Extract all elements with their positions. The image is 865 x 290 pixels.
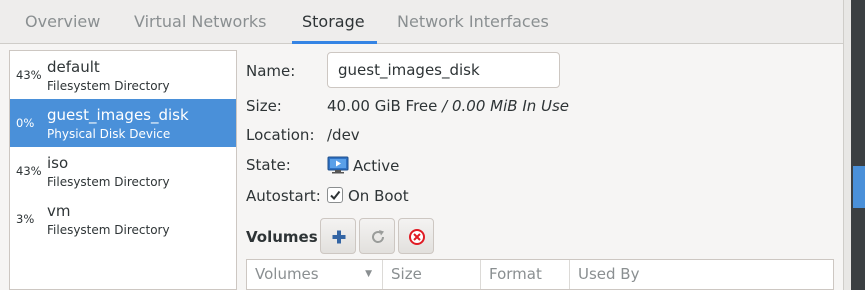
tab-virtual-networks[interactable]: Virtual Networks xyxy=(134,0,267,44)
size-value: 40.00 GiB Free / 0.00 MiB In Use xyxy=(327,97,569,115)
pool-item-iso[interactable]: 43% iso Filesystem Directory xyxy=(10,147,236,195)
pool-item-vm[interactable]: 3% vm Filesystem Directory xyxy=(10,195,236,243)
autostart-group: On Boot xyxy=(327,187,409,205)
sort-descending-icon: ▼ xyxy=(365,269,372,279)
size-label: Size: xyxy=(246,97,282,115)
pool-item-guest-images-disk[interactable]: 0% guest_images_disk Physical Disk Devic… xyxy=(10,99,236,147)
pool-usage-percent: 43% xyxy=(16,68,42,82)
pool-details: Name: guest_images_disk Size: 40.00 GiB … xyxy=(246,44,843,290)
tab-overview[interactable]: Overview xyxy=(25,0,100,44)
autostart-checkbox[interactable] xyxy=(327,187,343,203)
size-free: 40.00 GiB Free xyxy=(327,97,438,115)
refresh-volumes-button[interactable] xyxy=(359,218,395,254)
refresh-icon xyxy=(372,230,385,243)
pool-item-default[interactable]: 43% default Filesystem Directory xyxy=(10,51,236,99)
location-value: /dev xyxy=(327,126,360,144)
pool-usage-percent: 3% xyxy=(16,212,35,226)
delete-volume-button[interactable] xyxy=(398,218,434,254)
storage-pool-list[interactable]: 43% default Filesystem Directory 0% gues… xyxy=(9,50,237,290)
pool-usage-percent: 43% xyxy=(16,164,42,178)
volumes-heading: Volumes xyxy=(246,228,318,246)
location-label: Location: xyxy=(246,126,315,144)
pool-name-field[interactable]: guest_images_disk xyxy=(327,52,560,88)
tab-network-interfaces[interactable]: Network Interfaces xyxy=(397,0,549,44)
pool-type: Filesystem Directory xyxy=(47,79,170,93)
background-window-edge xyxy=(843,0,865,290)
state-label: State: xyxy=(246,156,291,174)
pool-name: vm xyxy=(47,202,71,220)
storage-panel: 43% default Filesystem Directory 0% gues… xyxy=(0,44,843,290)
autostart-value: On Boot xyxy=(348,187,409,205)
add-icon xyxy=(332,230,346,244)
name-label: Name: xyxy=(246,62,296,80)
state-value-group: Active xyxy=(327,156,399,175)
state-value: Active xyxy=(353,157,400,175)
size-used: 0.00 MiB In Use xyxy=(451,97,570,115)
pool-type: Filesystem Directory xyxy=(47,175,170,189)
column-header-format[interactable]: Format xyxy=(481,260,570,289)
column-header-volumes[interactable]: Volumes ▼ xyxy=(247,260,383,289)
add-volume-button[interactable] xyxy=(320,218,356,254)
monitor-play-icon xyxy=(327,156,349,174)
column-header-size[interactable]: Size xyxy=(383,260,481,289)
check-icon xyxy=(330,190,341,201)
size-separator: / xyxy=(437,97,452,115)
pool-name: guest_images_disk xyxy=(47,106,189,124)
tab-bar: Overview Virtual Networks Storage Networ… xyxy=(0,0,843,44)
pool-usage-percent: 0% xyxy=(16,116,35,130)
autostart-label: Autostart: xyxy=(246,187,321,205)
pool-name: iso xyxy=(47,154,69,172)
pool-type: Physical Disk Device xyxy=(47,127,171,141)
pool-name: default xyxy=(47,58,100,76)
volumes-table-header: Volumes ▼ Size Format Used By xyxy=(246,259,834,290)
delete-icon xyxy=(409,229,425,245)
column-header-used-by[interactable]: Used By xyxy=(570,260,833,289)
tab-storage[interactable]: Storage xyxy=(292,0,377,44)
pool-type: Filesystem Directory xyxy=(47,223,170,237)
